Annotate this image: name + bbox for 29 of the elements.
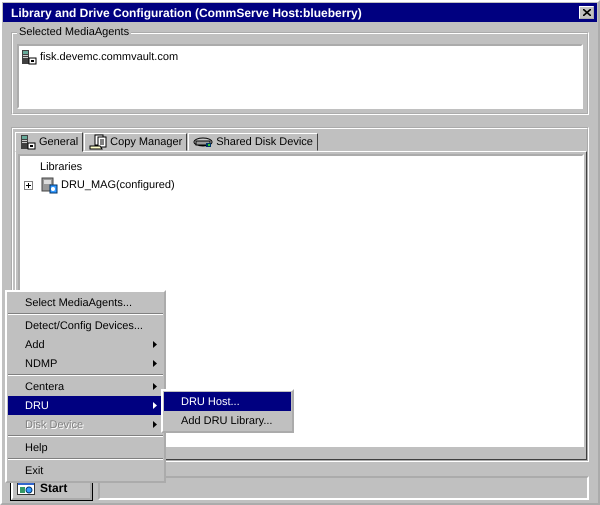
server-icon: [21, 49, 37, 65]
tree-header: Libraries: [40, 161, 82, 173]
menu-item[interactable]: Add DRU Library...: [164, 411, 291, 430]
menu-item[interactable]: DRU: [8, 396, 163, 415]
menu-item[interactable]: Help: [8, 438, 163, 457]
media-agent-item[interactable]: fisk.devemc.commvault.com: [40, 51, 178, 63]
tab[interactable]: Shared Disk Device: [188, 133, 318, 151]
menu-item[interactable]: Add: [8, 335, 163, 354]
submenu-arrow-icon: [153, 421, 157, 428]
close-icon: [582, 9, 590, 16]
menu-item[interactable]: Detect/Config Devices...: [8, 316, 163, 335]
submenu-arrow-icon: [153, 402, 157, 409]
expander-icon[interactable]: [24, 180, 33, 190]
server-icon: [20, 134, 36, 150]
submenu-arrow-icon: [153, 341, 157, 348]
tab[interactable]: Copy Manager: [84, 133, 188, 151]
close-button[interactable]: [579, 6, 594, 19]
submenu-arrow-icon: [153, 383, 157, 390]
menu-item[interactable]: NDMP: [8, 354, 163, 373]
disk-drive-icon: [193, 135, 214, 149]
group-legend: Selected MediaAgents: [17, 26, 132, 38]
library-icon: [40, 176, 58, 194]
menu-item[interactable]: Centera: [8, 377, 163, 396]
tree-item[interactable]: DRU_MAG(configured): [61, 179, 175, 191]
tab[interactable]: General: [15, 132, 84, 152]
menu-item[interactable]: DRU Host...: [164, 392, 291, 411]
menu-item[interactable]: Select MediaAgents...: [8, 293, 163, 312]
window-title: Library and Drive Configuration (CommServe Host:blueberry): [11, 6, 362, 20]
submenu-arrow-icon: [153, 360, 157, 367]
